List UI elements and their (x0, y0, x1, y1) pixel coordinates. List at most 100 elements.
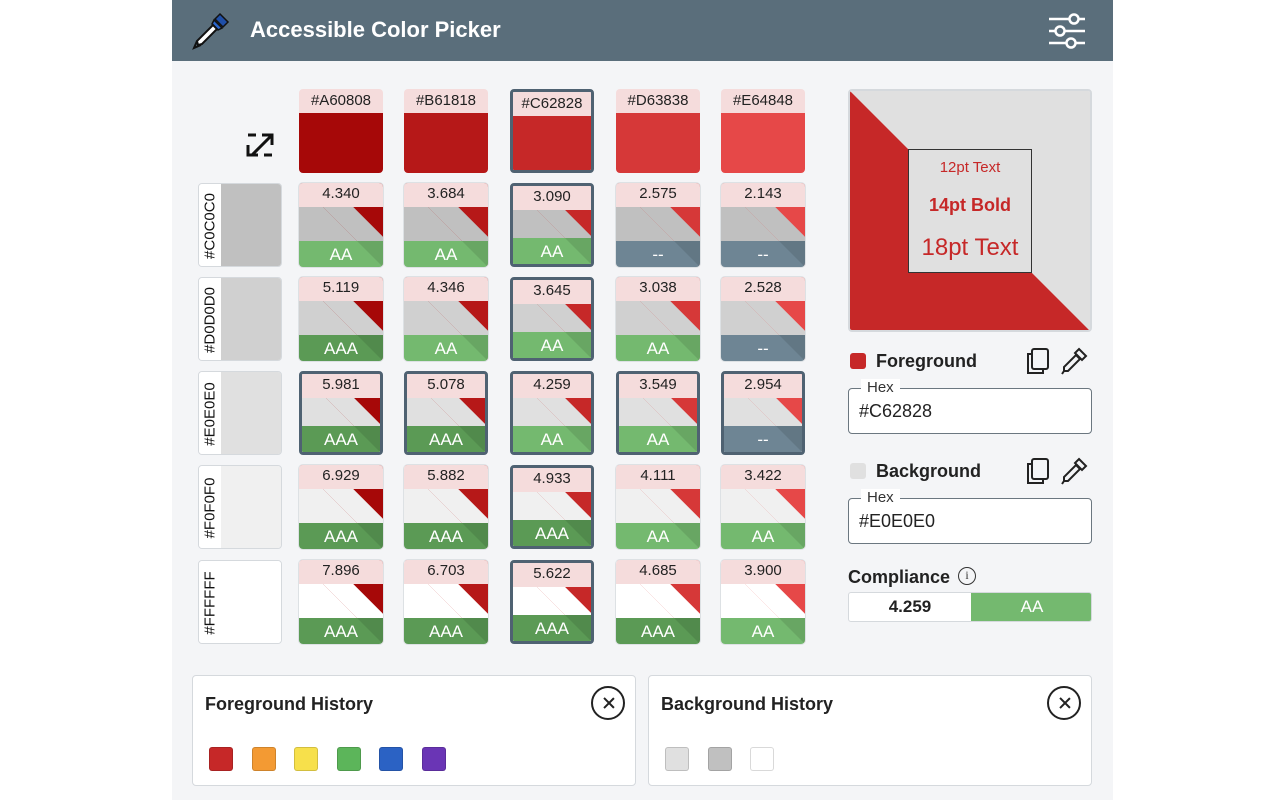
contrast-cell[interactable]: 3.900 AA (721, 560, 805, 644)
contrast-ratio: 3.549 (619, 374, 697, 398)
contrast-cell[interactable]: 3.090 AA (510, 183, 594, 267)
background-color-label-strip: #E0E0E0 (199, 372, 221, 454)
contrast-preview: 12pt Text 14pt Bold 18pt Text (848, 89, 1092, 332)
contrast-ratio: 2.143 (721, 183, 805, 207)
compliance-ratio: 4.259 (888, 597, 932, 616)
foreground-color-option[interactable]: #A60808 (299, 89, 383, 173)
wcag-grade: AAA (428, 622, 464, 641)
foreground-history-swatch[interactable] (251, 747, 276, 771)
background-color-option[interactable]: #D0D0D0 (198, 277, 282, 361)
contrast-cell[interactable]: 2.954 -- (721, 371, 805, 455)
contrast-ratio: 3.422 (721, 465, 805, 489)
foreground-history-swatch[interactable] (379, 747, 403, 771)
foreground-history-swatch[interactable] (294, 747, 318, 771)
contrast-cell[interactable]: 3.684 AA (404, 183, 488, 267)
foreground-color-option[interactable]: #D63838 (616, 89, 700, 173)
background-color-swatch (221, 466, 281, 548)
compliance-grade: AA (971, 593, 1091, 621)
background-swatch (850, 463, 866, 479)
background-hex-label: Hex (861, 489, 900, 506)
foreground-color-option[interactable]: #E64848 (721, 89, 805, 173)
preview-18pt-text: 18pt Text (921, 234, 1019, 261)
sliders-icon[interactable] (1047, 11, 1087, 51)
background-color-option[interactable]: #E0E0E0 (198, 371, 282, 455)
wcag-grade: AAA (534, 524, 570, 543)
contrast-ratio: 2.575 (616, 183, 700, 207)
contrast-cell[interactable]: 3.038 AA (616, 277, 700, 361)
background-color-label-strip: #FFFFFF (199, 561, 221, 643)
contrast-cell[interactable]: 4.111 AA (616, 465, 700, 549)
copy-icon[interactable] (1023, 346, 1053, 376)
wcag-grade: -- (757, 339, 769, 358)
background-color-swatch (221, 184, 281, 266)
foreground-swatch (850, 353, 866, 369)
contrast-ratio: 3.900 (721, 560, 805, 584)
contrast-cell[interactable]: 3.645 AA (510, 277, 594, 361)
close-icon[interactable] (591, 686, 625, 720)
wcag-grade: AA (540, 430, 564, 449)
contrast-cell[interactable]: 4.340 AA (299, 183, 383, 267)
app-header: Accessible Color Picker (172, 0, 1113, 61)
wcag-grade: AAA (323, 527, 359, 546)
contrast-ratio: 5.119 (299, 277, 383, 301)
contrast-cell[interactable]: 2.143 -- (721, 183, 805, 267)
contrast-ratio: 4.933 (513, 468, 591, 492)
contrast-cell[interactable]: 6.703 AAA (404, 560, 488, 644)
contrast-cell[interactable]: 5.882 AAA (404, 465, 488, 549)
contrast-cell[interactable]: 5.981 AAA (299, 371, 383, 455)
wcag-grade: AA (434, 339, 458, 358)
wcag-grade: AA (751, 527, 775, 546)
contrast-ratio: 4.259 (513, 374, 591, 398)
contrast-cell[interactable]: 2.575 -- (616, 183, 700, 267)
contrast-cell[interactable]: 3.422 AA (721, 465, 805, 549)
background-hex-field: Hex (848, 489, 1092, 544)
foreground-color-swatch (299, 113, 383, 173)
contrast-cell[interactable]: 4.933 AAA (510, 465, 594, 549)
preview-text-box: 12pt Text 14pt Bold 18pt Text (908, 149, 1032, 273)
contrast-ratio: 6.703 (404, 560, 488, 584)
eyedropper-icon[interactable] (1059, 456, 1089, 486)
background-history-title: Background History (661, 694, 834, 714)
contrast-cell[interactable]: 4.346 AA (404, 277, 488, 361)
app-title: Accessible Color Picker (250, 17, 501, 42)
wcag-grade: AAA (323, 430, 359, 449)
foreground-color-option[interactable]: #C62828 (510, 89, 594, 173)
contrast-ratio: 4.685 (616, 560, 700, 584)
foreground-color-option[interactable]: #B61818 (404, 89, 488, 173)
preview-12pt-text: 12pt Text (939, 159, 1001, 176)
contrast-cell[interactable]: 5.119 AAA (299, 277, 383, 361)
contrast-cell[interactable]: 4.685 AAA (616, 560, 700, 644)
background-hex-input[interactable] (859, 511, 1079, 532)
foreground-history-swatch[interactable] (209, 747, 233, 771)
contrast-cell[interactable]: 3.549 AA (616, 371, 700, 455)
contrast-cell[interactable]: 2.528 -- (721, 277, 805, 361)
foreground-color-swatch (721, 113, 805, 173)
foreground-history-swatch[interactable] (421, 747, 446, 771)
background-color-swatch (221, 372, 281, 454)
copy-icon[interactable] (1023, 456, 1053, 486)
background-color-option[interactable]: #FFFFFF (198, 560, 282, 644)
foreground-color-hex: #B61818 (404, 89, 488, 113)
contrast-cell[interactable]: 5.078 AAA (404, 371, 488, 455)
background-history-swatch[interactable] (665, 747, 689, 771)
contrast-ratio: 5.622 (513, 563, 591, 587)
background-title: Background (876, 461, 982, 481)
wcag-grade: AA (646, 339, 670, 358)
contrast-ratio: 2.954 (724, 374, 802, 398)
background-color-option[interactable]: #F0F0F0 (198, 465, 282, 549)
contrast-cell[interactable]: 6.929 AAA (299, 465, 383, 549)
background-history-swatch[interactable] (750, 747, 774, 771)
foreground-history-swatch[interactable] (336, 747, 361, 771)
eyedropper-icon[interactable] (1059, 346, 1089, 376)
background-color-label-strip: #D0D0D0 (199, 278, 221, 360)
swap-arrows-icon[interactable] (240, 125, 280, 165)
contrast-cell[interactable]: 7.896 AAA (299, 560, 383, 644)
background-history-swatch[interactable] (707, 747, 732, 771)
close-icon[interactable] (1047, 686, 1081, 720)
background-color-hex: #FFFFFF (201, 571, 219, 635)
background-color-option[interactable]: #C0C0C0 (198, 183, 282, 267)
contrast-cell[interactable]: 4.259 AA (510, 371, 594, 455)
info-icon[interactable]: i (958, 567, 976, 585)
foreground-hex-input[interactable] (859, 401, 1079, 422)
contrast-cell[interactable]: 5.622 AAA (510, 560, 594, 644)
